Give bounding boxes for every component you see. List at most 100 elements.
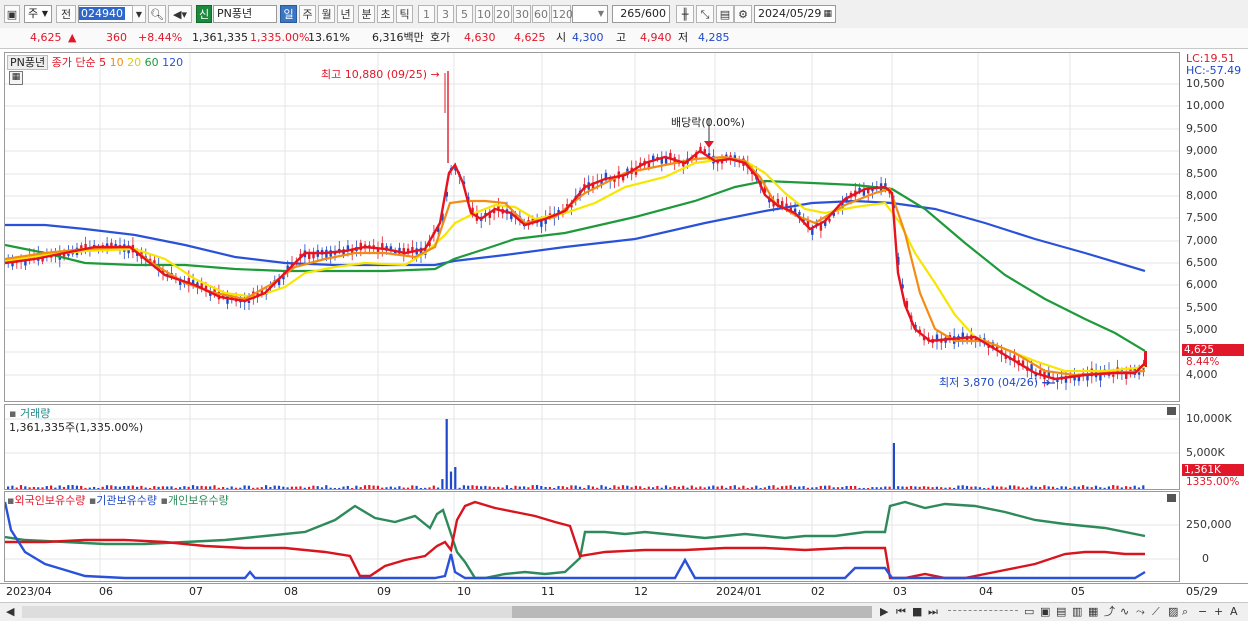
- layout-icon-5[interactable]: ▦: [1088, 603, 1098, 621]
- volume-bar: [983, 487, 986, 489]
- zoom-in-icon[interactable]: +: [1214, 603, 1223, 621]
- volume-bar: [1137, 487, 1141, 489]
- collapse-icon[interactable]: [1167, 494, 1176, 502]
- volume-bar: [1133, 485, 1136, 489]
- volume-bar: [428, 487, 431, 489]
- interval-120[interactable]: 120: [551, 5, 573, 23]
- volume-bar: [209, 486, 212, 489]
- zoom-out-icon[interactable]: −: [1198, 603, 1207, 621]
- stock-name-field[interactable]: PN풍년: [213, 5, 277, 23]
- stop-icon[interactable]: ■: [912, 603, 922, 621]
- volume-bar: [1099, 487, 1102, 489]
- volume-bar: [1116, 485, 1119, 489]
- trade-amount: 6,316백만: [372, 31, 424, 44]
- table-toggle-icon[interactable]: ▦: [9, 71, 23, 85]
- timeframe-year[interactable]: 년: [337, 5, 354, 23]
- period-select[interactable]: 주 ▼: [24, 5, 52, 23]
- timeframe-week[interactable]: 주: [299, 5, 316, 23]
- interval-20[interactable]: 20: [494, 5, 512, 23]
- collapse-icon[interactable]: [1167, 407, 1176, 415]
- volume-bar: [518, 486, 521, 489]
- timeframe-day[interactable]: 일: [280, 5, 297, 23]
- volume-bar: [953, 487, 956, 489]
- candle-body: [867, 189, 870, 194]
- scroll-thumb[interactable]: [512, 606, 872, 618]
- volume-bar: [480, 486, 483, 489]
- y-tick: 9,000: [1186, 144, 1218, 157]
- volume-bar: [93, 486, 96, 489]
- volume-bar: [290, 486, 293, 489]
- code-dropdown-icon[interactable]: ▼: [132, 5, 146, 23]
- ask-label: 호가: [430, 31, 451, 44]
- indicator-icon-3[interactable]: ⤳: [1136, 603, 1145, 621]
- volume-value-label: 1,361,335주(1,335.00%): [9, 421, 144, 434]
- indicator-icon-4[interactable]: ⟋: [1152, 603, 1160, 621]
- interval-1[interactable]: 1: [418, 5, 435, 23]
- search-icon[interactable]: 🔍︎: [148, 5, 166, 23]
- volume-bar: [557, 486, 560, 489]
- layout-icon-3[interactable]: ▤: [1056, 603, 1066, 621]
- volume-bar: [763, 487, 766, 489]
- volume-bar: [359, 487, 362, 489]
- scroll-right-icon[interactable]: ▶: [880, 603, 888, 621]
- volume-bar: [475, 485, 478, 489]
- volume-bar: [282, 486, 285, 489]
- volume-bar: [935, 486, 938, 489]
- volume-bar: [148, 487, 152, 489]
- layout-icon-2[interactable]: ▣: [1040, 603, 1050, 621]
- volume-bar: [75, 485, 78, 489]
- candle-type-icon[interactable]: ╫: [676, 5, 694, 23]
- low-label: 저: [678, 31, 689, 44]
- volume-bar: [664, 485, 668, 489]
- image-icon[interactable]: ▨: [1168, 603, 1178, 621]
- gear-icon[interactable]: ⚙: [734, 5, 752, 23]
- jump-end-icon[interactable]: ⏭: [928, 603, 938, 621]
- x-axis: 2023/04 06 07 08 09 10 11 12 2024/01 02 …: [0, 583, 1248, 602]
- low-price: 4,285: [698, 31, 730, 44]
- individual-legend: 개인보유수량: [167, 494, 229, 507]
- prev-button[interactable]: 전: [56, 5, 76, 23]
- timeframe-month[interactable]: 월: [318, 5, 335, 23]
- x-tick: 04: [979, 585, 993, 598]
- indicator-icon-2[interactable]: ∿: [1120, 603, 1129, 621]
- scroll-left-icon[interactable]: ◀: [6, 603, 14, 621]
- volume-bar: [1030, 485, 1033, 489]
- vol-y-tick: 5,000K: [1186, 446, 1225, 459]
- volume-bar: [695, 487, 698, 489]
- volume-bar: [867, 487, 870, 489]
- timeframe-minute[interactable]: 분: [358, 5, 375, 23]
- interval-10[interactable]: 10: [475, 5, 493, 23]
- volume-bar: [394, 487, 397, 489]
- interval-5[interactable]: 5: [456, 5, 473, 23]
- indicator-icon-1[interactable]: ⤴: [1104, 603, 1115, 621]
- timeframe-tick[interactable]: 틱: [396, 5, 413, 23]
- volume-bar: [1090, 487, 1093, 489]
- volume-bar: [131, 485, 134, 489]
- count-field[interactable]: 265/600: [612, 5, 670, 23]
- draw-tools-icon[interactable]: ⤡: [696, 5, 714, 23]
- y-tick: 7,000: [1186, 234, 1218, 247]
- interval-60[interactable]: 60: [532, 5, 550, 23]
- scroll-track[interactable]: [22, 606, 872, 618]
- interval-3[interactable]: 3: [437, 5, 454, 23]
- layout-icon-1[interactable]: ▭: [1024, 603, 1034, 621]
- zoom-search-icon[interactable]: ⌕: [1182, 603, 1188, 621]
- layout-icon-4[interactable]: ▥: [1072, 603, 1082, 621]
- timeframe-second[interactable]: 초: [377, 5, 394, 23]
- calendar-icon[interactable]: ▦: [823, 6, 832, 22]
- save-icon[interactable]: ▤: [716, 5, 734, 23]
- speaker-icon[interactable]: ◀▾: [168, 5, 192, 23]
- volume-bar: [45, 486, 48, 489]
- zoom-track[interactable]: [948, 610, 1018, 614]
- candle-body: [1112, 374, 1115, 377]
- window-icon[interactable]: ▣: [4, 5, 20, 23]
- volume-panel[interactable]: ▪ 거래량 1,361,335주(1,335.00%): [4, 404, 1180, 490]
- jump-start-icon[interactable]: ⏮: [896, 603, 906, 621]
- date-field[interactable]: 2024/05/29 ▦: [754, 5, 836, 23]
- interval-custom-select[interactable]: ▼: [572, 5, 608, 23]
- price-change-pct: +8.44%: [138, 31, 183, 44]
- interval-30[interactable]: 30: [513, 5, 531, 23]
- price-chart-panel[interactable]: PN풍년 종가 단순 5 10 20 60 120 ▦ 최고 10,880 (0…: [4, 52, 1180, 402]
- holdings-panel[interactable]: ▪외국인보유수량 ▪기관보유수량 ▪개인보유수량: [4, 491, 1180, 582]
- font-size-icon[interactable]: A: [1230, 603, 1238, 621]
